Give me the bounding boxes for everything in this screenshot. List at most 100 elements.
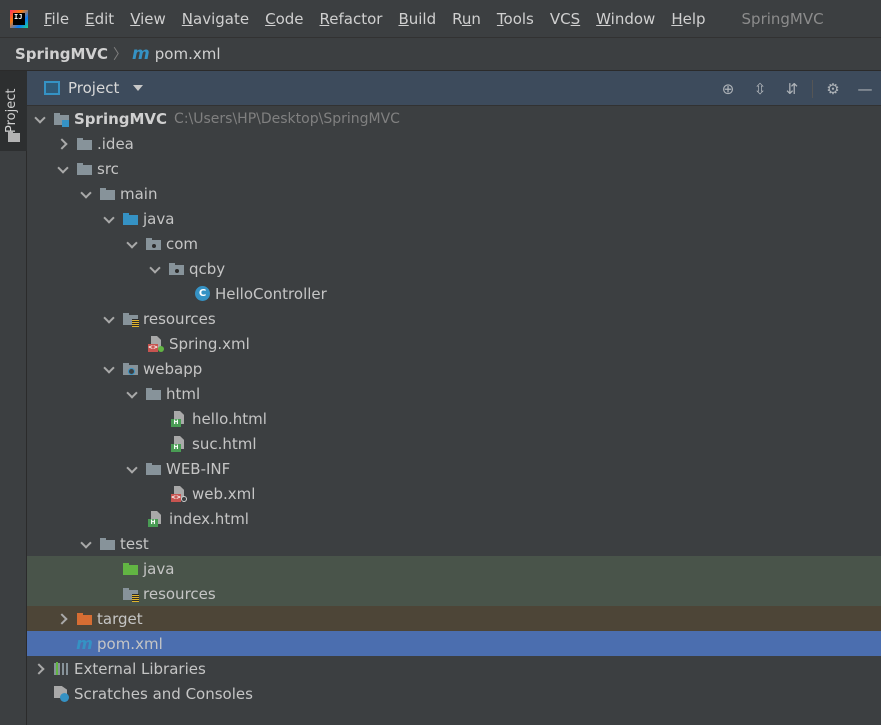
tree-node-label: target	[97, 609, 143, 628]
tree-node-label: com	[166, 234, 199, 253]
window-title: SpringMVC	[741, 9, 824, 28]
tree-node-label: External Libraries	[74, 659, 206, 678]
chevron-down-icon[interactable]	[148, 261, 164, 277]
expand-all-icon[interactable]: ⇳	[751, 80, 769, 98]
excluded-folder-icon	[76, 610, 93, 627]
menu-file[interactable]: File	[44, 10, 69, 28]
tree-node-src[interactable]: src	[27, 156, 881, 181]
menu-view[interactable]: View	[130, 10, 166, 28]
folder-icon	[145, 385, 162, 402]
folder-icon	[76, 135, 93, 152]
tree-node-scratches[interactable]: Scratches and Consoles	[27, 681, 881, 706]
maven-icon: m	[132, 44, 150, 64]
chevron-down-icon[interactable]	[102, 311, 118, 327]
tree-node-label: main	[120, 184, 158, 203]
menu-refactor[interactable]: Refactor	[320, 10, 383, 28]
tree-node-label: WEB-INF	[166, 459, 231, 478]
chevron-right-icon[interactable]	[56, 611, 72, 627]
chevron-down-icon[interactable]	[125, 461, 141, 477]
tree-node-main-resources[interactable]: resources	[27, 306, 881, 331]
breadcrumb-file[interactable]: pom.xml	[155, 45, 221, 63]
tree-node-webapp[interactable]: webapp	[27, 356, 881, 381]
menu-code[interactable]: Code	[265, 10, 303, 28]
project-tool-tab[interactable]: Project	[0, 71, 27, 151]
tree-node-hello-html[interactable]: H hello.html	[27, 406, 881, 431]
chevron-down-icon[interactable]	[33, 111, 49, 127]
spring-xml-icon: <>	[148, 335, 165, 352]
tree-node-label: webapp	[143, 359, 203, 378]
locate-icon[interactable]: ⊕	[719, 80, 737, 98]
tree-node-test-java[interactable]: java	[27, 556, 881, 581]
intellij-logo-icon: IJ	[10, 9, 28, 28]
chevron-down-icon[interactable]	[133, 85, 144, 91]
chevron-down-icon[interactable]	[125, 386, 141, 402]
chevron-down-icon[interactable]	[102, 211, 118, 227]
menu-tools[interactable]: Tools	[497, 10, 534, 28]
tree-node-label: src	[97, 159, 119, 178]
tree-node-html-folder[interactable]: html	[27, 381, 881, 406]
package-icon	[145, 235, 162, 252]
project-tool-tab-label: Project	[4, 88, 19, 133]
test-resources-folder-icon	[122, 585, 139, 602]
chevron-right-icon[interactable]	[33, 661, 49, 677]
menu-window[interactable]: Window	[596, 10, 655, 28]
chevron-down-icon[interactable]	[125, 236, 141, 252]
folder-icon	[99, 535, 116, 552]
tree-node-test-resources[interactable]: resources	[27, 581, 881, 606]
tree-node-hello-controller[interactable]: HelloController	[27, 281, 881, 306]
tree-node-web-inf[interactable]: WEB-INF	[27, 456, 881, 481]
tree-node-spring-xml[interactable]: <> Spring.xml	[27, 331, 881, 356]
tree-node-pom-xml[interactable]: m pom.xml	[27, 631, 881, 656]
tree-node-label: resources	[143, 584, 216, 603]
minimize-icon[interactable]: —	[856, 80, 874, 98]
gear-icon[interactable]: ⚙	[824, 80, 842, 98]
tree-node-label: java	[143, 559, 175, 578]
breadcrumb-project[interactable]: SpringMVC	[15, 45, 108, 63]
menu-edit[interactable]: Edit	[85, 10, 114, 28]
html-file-icon: H	[171, 410, 188, 427]
tree-node-label: .idea	[97, 134, 134, 153]
tree-node-main[interactable]: main	[27, 181, 881, 206]
tree-node-idea[interactable]: .idea	[27, 131, 881, 156]
tree-node-label: Spring.xml	[169, 334, 250, 353]
toolbar-divider	[812, 79, 813, 98]
tree-node-com[interactable]: com	[27, 231, 881, 256]
tree-node-suc-html[interactable]: H suc.html	[27, 431, 881, 456]
chevron-down-icon[interactable]	[79, 186, 95, 202]
chevron-down-icon[interactable]	[102, 361, 118, 377]
tree-node-project-root[interactable]: SpringMVC C:\Users\HP\Desktop\SpringMVC	[27, 106, 881, 131]
panel-title[interactable]: Project	[68, 79, 119, 97]
test-source-folder-icon	[122, 560, 139, 577]
tree-node-target[interactable]: target	[27, 606, 881, 631]
tool-window-strip: Project	[0, 71, 27, 725]
tree-node-test[interactable]: test	[27, 531, 881, 556]
java-class-icon	[194, 285, 211, 302]
html-file-icon: H	[171, 435, 188, 452]
menu-help[interactable]: Help	[671, 10, 705, 28]
project-panel-header: Project ⊕ ⇳ ⇵ ⚙ —	[27, 71, 881, 106]
chevron-down-icon[interactable]	[56, 161, 72, 177]
tree-node-label: HelloController	[215, 284, 327, 303]
tree-node-qcby[interactable]: qcby	[27, 256, 881, 281]
folder-icon	[99, 185, 116, 202]
web-xml-icon: <>	[171, 485, 188, 502]
tree-node-web-xml[interactable]: <> web.xml	[27, 481, 881, 506]
menu-run[interactable]: Run	[452, 10, 481, 28]
collapse-all-icon[interactable]: ⇵	[783, 80, 801, 98]
menu-vcs[interactable]: VCS	[550, 10, 580, 28]
tree-node-index-html[interactable]: H index.html	[27, 506, 881, 531]
maven-icon: m	[76, 634, 93, 653]
libraries-icon	[53, 660, 70, 677]
tree-node-external-libraries[interactable]: External Libraries	[27, 656, 881, 681]
tree-node-main-java[interactable]: java	[27, 206, 881, 231]
tree-node-label: suc.html	[192, 434, 257, 453]
tree-node-label: qcby	[189, 259, 226, 278]
scratches-icon	[53, 685, 70, 702]
tree-node-label: html	[166, 384, 201, 403]
menu-navigate[interactable]: Navigate	[182, 10, 249, 28]
source-folder-icon	[122, 210, 139, 227]
folder-icon	[145, 460, 162, 477]
chevron-down-icon[interactable]	[79, 536, 95, 552]
chevron-right-icon[interactable]	[56, 136, 72, 152]
menu-build[interactable]: Build	[398, 10, 436, 28]
